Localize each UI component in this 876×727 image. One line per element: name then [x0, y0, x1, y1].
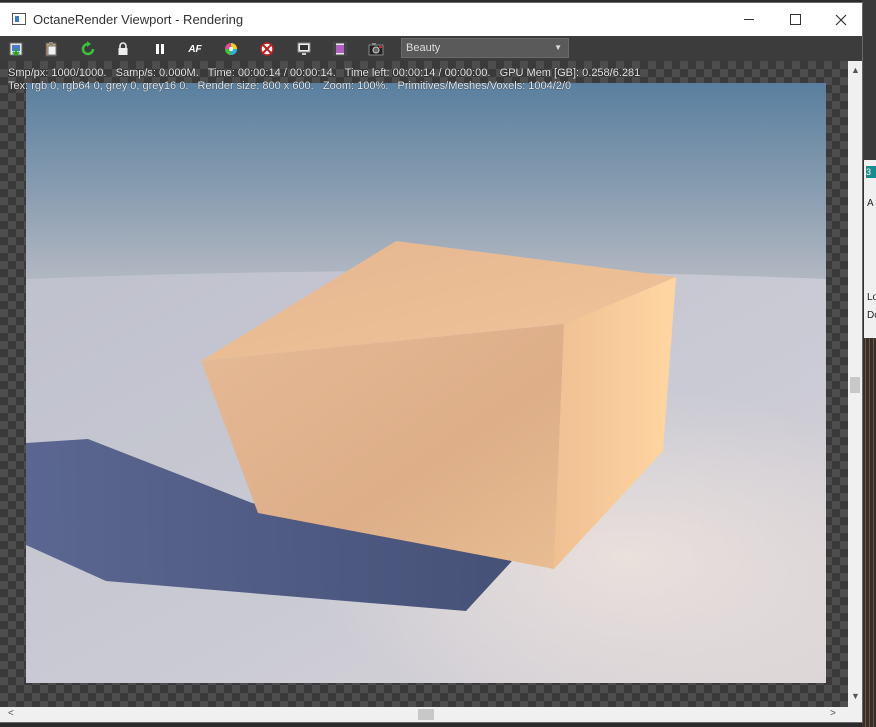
window-icon	[12, 13, 26, 25]
restart-icon	[81, 41, 95, 56]
pause-icon	[156, 44, 164, 54]
background-app: 3 A Lo Do	[862, 0, 876, 727]
close-button[interactable]	[818, 3, 864, 36]
scroll-left-icon[interactable]: <	[8, 708, 14, 719]
camera-button[interactable]	[367, 40, 385, 58]
lock-button[interactable]	[114, 40, 132, 58]
background-graph	[862, 338, 876, 727]
scroll-up-icon[interactable]: ▲	[851, 65, 860, 75]
scroll-down-icon[interactable]: ▼	[851, 691, 860, 701]
clipboard-button[interactable]	[42, 40, 60, 58]
maximize-button[interactable]	[772, 3, 818, 36]
film-button[interactable]	[331, 40, 349, 58]
film-icon	[333, 42, 347, 56]
stats-line-1: Smp/px: 1000/1000. Samp/s: 0.000M. Time:…	[8, 67, 641, 79]
color-wheel-button[interactable]	[222, 40, 240, 58]
close-icon	[835, 14, 847, 25]
pause-button[interactable]	[151, 40, 169, 58]
scrollbar-corner	[848, 707, 862, 722]
horizontal-scroll-thumb[interactable]	[418, 709, 434, 720]
background-text-1: A	[867, 198, 874, 209]
clipboard-icon	[45, 42, 57, 57]
toolbar: AF Beauty ▼	[0, 36, 862, 61]
background-text-3: Do	[867, 310, 876, 321]
horizontal-scrollbar[interactable]: < >	[0, 707, 848, 722]
chevron-down-icon: ▼	[554, 43, 562, 52]
autofocus-button[interactable]: AF	[186, 40, 204, 58]
restart-button[interactable]	[79, 40, 97, 58]
region-icon	[260, 42, 274, 56]
render-viewport[interactable]: Smp/px: 1000/1000. Samp/s: 0.000M. Time:…	[0, 61, 848, 707]
octane-viewport-window: OctaneRender Viewport - Rendering AF Bea…	[0, 3, 862, 722]
background-panel	[862, 0, 876, 160]
background-badge: 3	[866, 166, 876, 178]
display-icon	[297, 42, 311, 55]
render-image	[26, 83, 826, 683]
color-wheel-icon	[225, 43, 237, 55]
region-button[interactable]	[258, 40, 276, 58]
title-bar[interactable]: OctaneRender Viewport - Rendering	[0, 3, 862, 36]
stats-line-2: Tex: rgb 0, rgb64 0, grey 0, grey16 0. R…	[8, 80, 572, 92]
render-pass-value: Beauty	[406, 42, 441, 54]
background-text-2: Lo	[867, 292, 876, 303]
minimize-button[interactable]	[726, 3, 772, 36]
autofocus-icon: AF	[188, 43, 202, 55]
vertical-scroll-thumb[interactable]	[850, 377, 860, 393]
render-pass-select[interactable]: Beauty ▼	[401, 38, 569, 58]
scroll-right-icon[interactable]: >	[830, 708, 836, 719]
camera-icon	[368, 43, 384, 56]
vertical-scrollbar[interactable]: ▲ ▼	[848, 61, 862, 707]
maximize-icon	[789, 14, 801, 25]
export-icon	[9, 42, 23, 57]
display-button[interactable]	[295, 40, 313, 58]
window-title: OctaneRender Viewport - Rendering	[33, 12, 244, 27]
minimize-icon	[744, 19, 754, 20]
lock-icon	[118, 42, 128, 55]
export-button[interactable]	[7, 40, 25, 58]
render-stats: Smp/px: 1000/1000. Samp/s: 0.000M. Time:…	[8, 67, 640, 93]
